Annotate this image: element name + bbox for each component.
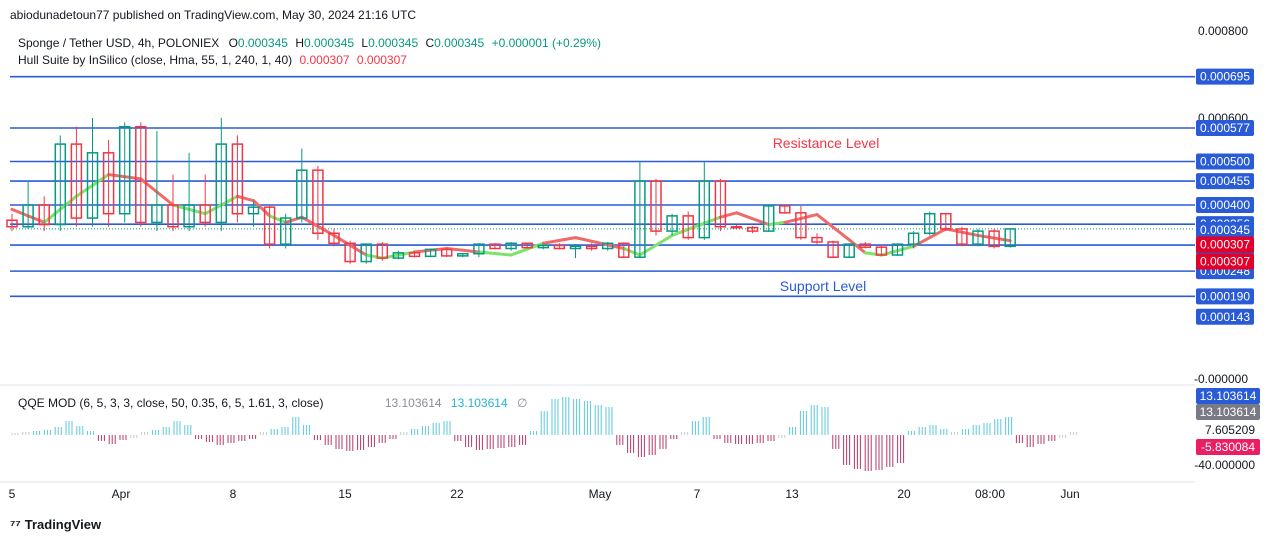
level-label-1: 0.000577 [1200,121,1250,135]
resistance-label: Resistance Level [773,135,880,151]
qqe-tick-4: -40.000000 [1194,458,1255,472]
hull-segment-28 [815,213,851,242]
time-tick-2: 8 [230,487,237,501]
hull-segment-23 [670,215,722,237]
hull-segment-9 [268,214,288,224]
time-tick-7: 13 [785,487,799,501]
qqe-tick-3: -5.830084 [1201,440,1255,454]
level-label-3: 0.000455 [1200,174,1250,188]
tradingview-brand: TradingView [24,517,102,532]
price-tick-2: -0.000000 [1194,372,1248,386]
time-tick-8: 20 [897,487,911,501]
time-tick-10: Jun [1060,487,1079,501]
qqe-histogram [11,397,1077,471]
qqe-tick-0: 13.103614 [1200,389,1257,403]
level-label-8: 0.000190 [1200,289,1250,303]
time-tick-5: May [589,487,612,501]
price-axis-labels: 0.000695 0.000577 0.000500 0.000455 0.000400… [1196,68,1254,325]
qqe-tick-2: 7.605209 [1205,423,1255,437]
hull-segment-24 [718,211,738,219]
price-tick-0: 0.000800 [1198,24,1248,38]
hull-segment-19 [541,236,577,245]
time-tick-3: 15 [338,487,352,501]
tradingview-logo[interactable]: ⁷⁷ TradingView [10,517,101,532]
time-tick-6: 7 [694,487,701,501]
qqe-tick-1: 13.103614 [1200,405,1257,419]
time-axis: 5 Apr 8 15 22 May 7 13 20 08:00 Jun [9,487,1080,501]
extra-label-0: 0.000143 [1200,310,1250,324]
level-label-2: 0.000500 [1200,155,1250,169]
hull-segment-21 [622,247,642,257]
level-label-4: 0.000400 [1200,198,1250,212]
tradingview-logo-icon: ⁷⁷ [10,517,21,532]
time-tick-0: 5 [9,487,16,501]
time-tick-9: 08:00 [975,487,1005,501]
qqe-axis-labels: 13.103614 13.103614 7.605209 -5.830084 -40.0… [1194,388,1260,472]
candle-body-45 [730,226,743,229]
hull-segment-20 [574,236,626,250]
extra-label-1: 0.000345 [1200,223,1250,237]
extra-label-2: 0.000307 [1200,237,1250,251]
time-tick-1: Apr [112,487,131,501]
support-label: Support Level [780,278,866,294]
level-label-0: 0.000695 [1200,70,1250,84]
hull-segment-29 [847,238,867,255]
horizontal-levels [10,75,1195,298]
hull-segment-7 [235,194,255,203]
chart-canvas[interactable]: 0.0008000.000600-0.000000 0.0006950.0005… [0,0,1281,543]
time-tick-4: 22 [450,487,464,501]
extra-label-3: 0.000307 [1200,254,1250,268]
